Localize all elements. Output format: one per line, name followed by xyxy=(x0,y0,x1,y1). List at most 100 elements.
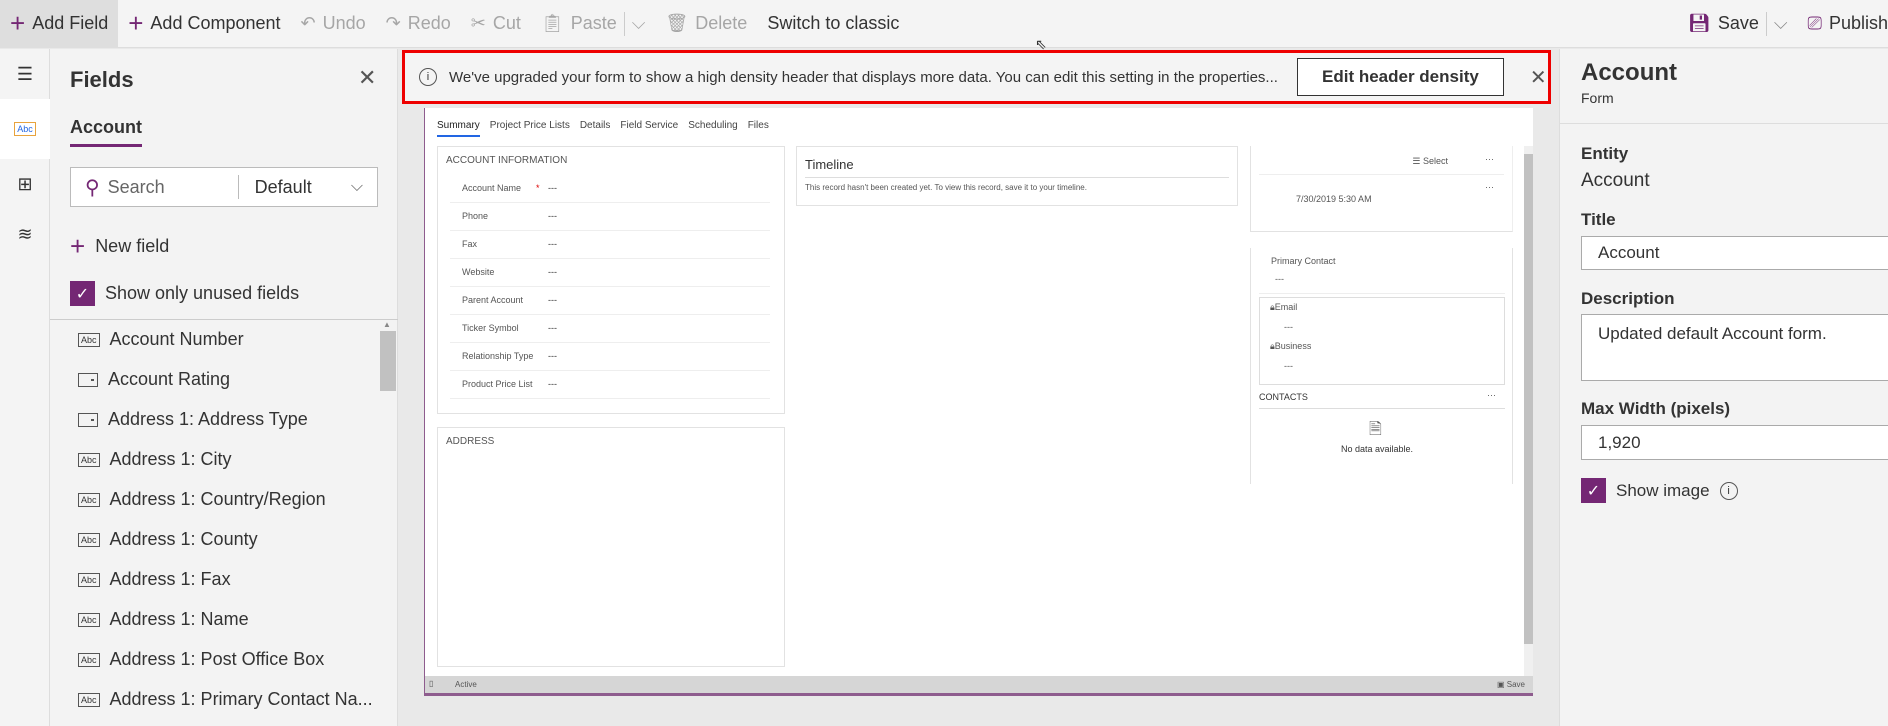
email-label: 🔒︎Email xyxy=(1270,302,1298,312)
form-field-row[interactable]: Product Price List --- xyxy=(450,371,770,399)
search-input[interactable]: Search xyxy=(108,177,238,198)
fields-tab-icon[interactable]: Abc xyxy=(0,99,50,159)
add-component-button[interactable]: + Add Component xyxy=(118,0,290,48)
field-list-item[interactable]: Abc Address 1: Country/Region xyxy=(78,489,326,510)
notification-banner: i We've upgraded your form to show a hig… xyxy=(402,50,1551,104)
chevron-down-icon[interactable]: ⌵ xyxy=(1774,13,1788,34)
contacts-title: CONTACTS xyxy=(1259,392,1308,402)
form-tab[interactable]: Project Price Lists xyxy=(490,120,570,137)
field-list-item[interactable]: Abc Address 1: Fax xyxy=(78,569,231,590)
components-icon[interactable]: ⊞ xyxy=(0,159,50,209)
text-field-icon: Abc xyxy=(78,492,100,507)
form-field-row[interactable]: Account Name * --- xyxy=(450,175,770,203)
field-label: Product Price List xyxy=(462,379,533,389)
form-field-row[interactable]: Phone --- xyxy=(450,203,770,231)
form-tab[interactable]: Field Service xyxy=(620,120,678,137)
field-list-item[interactable]: Abc Address 1: County xyxy=(78,529,258,550)
delete-button[interactable]: 🗑︎ Delete xyxy=(655,0,757,48)
panel-title: Fields xyxy=(70,67,134,92)
switch-to-classic-button[interactable]: Switch to classic xyxy=(757,0,909,48)
hamburger-menu-icon[interactable]: ☰ xyxy=(0,49,50,99)
business-label: 🔒︎Business xyxy=(1270,341,1312,351)
field-label: Address 1: Country/Region xyxy=(109,489,326,509)
field-label: Address 1: Name xyxy=(109,609,249,629)
form-tab[interactable]: Scheduling xyxy=(688,120,737,137)
form-field-row[interactable]: Ticker Symbol --- xyxy=(450,315,770,343)
more-icon[interactable]: ··· xyxy=(1485,182,1494,192)
plus-icon: + xyxy=(10,8,26,38)
close-icon[interactable]: ✕ xyxy=(1530,65,1547,90)
chevron-down-icon[interactable]: ⌵ xyxy=(351,178,363,196)
status-save-button[interactable]: ▣ Save xyxy=(1497,680,1525,689)
show-unused-checkbox[interactable]: ✓ Show only unused fields xyxy=(70,281,299,306)
layers-icon[interactable]: ≋ xyxy=(0,209,50,259)
save-button[interactable]: 💾︎ Save ⌵ xyxy=(1678,0,1798,48)
scrollbar-thumb[interactable] xyxy=(1524,154,1533,644)
cut-button[interactable]: ✂ Cut xyxy=(461,0,531,48)
clipboard-icon: 📋︎ xyxy=(540,13,564,33)
filter-dropdown[interactable]: Default xyxy=(255,177,351,198)
divider xyxy=(623,11,625,36)
chevron-down-icon[interactable]: ⌵ xyxy=(632,13,646,34)
timeline-section: Timeline This record hasn't been created… xyxy=(796,146,1238,206)
field-list-item[interactable]: Address 1: Address Type xyxy=(78,409,308,430)
form-field-row[interactable]: Fax --- xyxy=(450,231,770,259)
close-icon[interactable]: ✕ xyxy=(358,65,376,91)
scrollbar-thumb[interactable] xyxy=(380,331,396,391)
field-label: Address 1: City xyxy=(109,449,232,469)
paste-button[interactable]: 📋︎ Paste ⌵ xyxy=(531,0,656,48)
field-value: --- xyxy=(548,267,557,277)
scrollbar[interactable] xyxy=(1524,146,1533,676)
info-icon[interactable]: i xyxy=(1719,481,1738,500)
field-value: --- xyxy=(1284,361,1293,371)
redo-button[interactable]: ↷ Redo xyxy=(376,0,461,48)
mouse-cursor-icon: ⇖ xyxy=(1035,36,1047,52)
more-icon[interactable]: ··· xyxy=(1485,154,1494,164)
field-value: --- xyxy=(548,323,557,333)
form-tab[interactable]: Files xyxy=(748,120,769,137)
search-box: ⚲ Search Default ⌵ xyxy=(70,167,378,207)
scroll-up-arrow[interactable]: ▲ xyxy=(383,320,391,329)
tab-account[interactable]: Account xyxy=(70,117,142,147)
show-image-checkbox[interactable]: ✓ Show image i xyxy=(1581,478,1738,503)
field-list-item[interactable]: Abc Account Number xyxy=(78,329,244,350)
contact-details: 🔒︎Email --- 🔒︎Business --- xyxy=(1259,297,1505,385)
field-label: Account Rating xyxy=(108,369,231,389)
more-icon[interactable]: ··· xyxy=(1487,390,1496,400)
divider xyxy=(50,319,398,320)
form-tab[interactable]: Details xyxy=(580,120,611,137)
field-list-item[interactable]: Abc Address 1: Primary Contact Na... xyxy=(78,689,373,710)
max-width-input[interactable]: 1,920 xyxy=(1581,425,1888,460)
entity-value: Account xyxy=(1581,170,1650,191)
entity-label: Entity xyxy=(1581,144,1629,163)
divider xyxy=(1259,174,1504,175)
new-field-button[interactable]: + New field xyxy=(70,231,169,262)
field-value: --- xyxy=(548,351,557,361)
description-textarea[interactable]: Updated default Account form. xyxy=(1581,314,1888,381)
publish-button[interactable]: ⎚ Publish xyxy=(1798,0,1888,48)
field-list-item[interactable]: Abc Address 1: Name xyxy=(78,609,249,630)
form-field-row[interactable]: Relationship Type --- xyxy=(450,343,770,371)
field-list-item[interactable]: Account Rating xyxy=(78,369,230,390)
title-input[interactable]: Account xyxy=(1581,236,1888,270)
field-label: Fax xyxy=(462,239,478,249)
text-field-icon: Abc xyxy=(78,612,100,627)
form-field-row[interactable]: Website --- xyxy=(450,259,770,287)
undo-button[interactable]: ↶ Undo xyxy=(291,0,376,48)
properties-subtitle: Form xyxy=(1581,90,1614,106)
divider xyxy=(1765,11,1767,36)
select-button[interactable]: ☰ Select xyxy=(1412,156,1448,167)
info-icon: i xyxy=(419,68,437,86)
save-icon: 💾︎ xyxy=(1688,13,1711,33)
field-list-item[interactable]: Abc Address 1: City xyxy=(78,449,232,470)
edit-header-density-button[interactable]: Edit header density xyxy=(1297,58,1504,96)
status-bar: ▯ Active ▣ Save xyxy=(425,676,1533,693)
add-field-button[interactable]: + Add Field xyxy=(0,0,119,48)
field-label: Account Name xyxy=(462,183,522,193)
required-marker: * xyxy=(536,183,540,193)
form-tab[interactable]: Summary xyxy=(437,120,480,137)
field-list-item[interactable]: Abc Address 1: Post Office Box xyxy=(78,649,324,670)
save-icon: ▣ xyxy=(1496,680,1507,689)
divider xyxy=(1259,293,1505,294)
form-field-row[interactable]: Parent Account --- xyxy=(450,287,770,315)
